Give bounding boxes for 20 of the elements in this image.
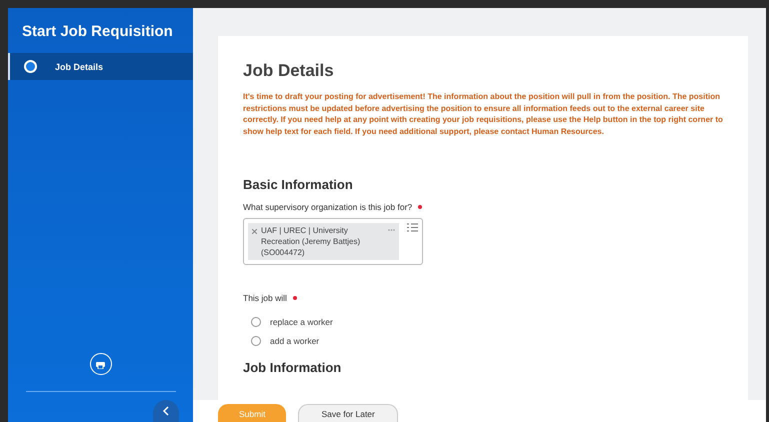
notice-text: It's time to draft your posting for advertisement! The information about the position will pull in from the position. The position restrictions must be updated before advertising the position to ensure all information feeds out to the external career site correctly. If you need help at any point with creating your job requisitions, please use the Help button in the top right corner to show help text for each field. If you need additional support, please contact Human Resources. [243,91,723,137]
remove-icon[interactable] [252,229,257,234]
chevron-left-icon [162,406,170,416]
collapse-button[interactable] [153,400,179,422]
selected-value: UAF | UREC | University Recreation (Jeremy Battjes) (SO004472) [261,225,362,258]
list-icon[interactable] [407,223,418,232]
save-button[interactable]: Save for Later [298,404,398,422]
radio-icon[interactable] [251,336,261,346]
prompt-field[interactable]: UAF | UREC | University Recreation (Jeremy Battjes) (SO004472) [243,218,423,265]
radio-option[interactable]: add a worker [251,336,723,346]
field-label: This job will [243,293,287,303]
field-label: What supervisory organization is this job for? [243,202,412,212]
section-title: Basic Information [243,177,354,192]
radio-icon[interactable] [251,317,261,327]
section-title: Job Information [243,360,342,375]
sidebar-item[interactable]: Job Details [8,53,193,80]
page-title: Job Details [243,61,335,81]
printer-icon[interactable] [90,353,112,375]
radio-option[interactable]: replace a worker [251,317,723,327]
sidebar-title: Start Job Requisition [21,22,174,42]
